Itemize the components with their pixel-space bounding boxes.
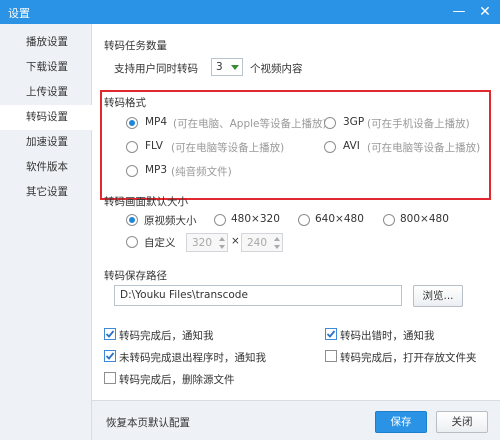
spinner-icon[interactable]	[217, 234, 227, 252]
size-480x320-label: 480×320	[231, 213, 280, 225]
minimize-icon[interactable]: —	[446, 0, 472, 24]
size-radio-custom[interactable]	[126, 236, 138, 248]
notify-exit-label: 未转码完成退出程序时，通知我	[119, 352, 266, 364]
notify-error-checkbox[interactable]	[325, 328, 337, 340]
size-800x480-label: 800×480	[400, 213, 449, 225]
sidebar-item-upload[interactable]: 上传设置	[0, 80, 91, 105]
save-button[interactable]: 保存	[375, 411, 427, 433]
sidebar-item-version[interactable]: 软件版本	[0, 155, 91, 180]
task-count-value: 3	[216, 61, 223, 73]
title-bar: 设置 — ✕	[0, 0, 500, 24]
custom-width-input[interactable]: 320	[186, 233, 228, 252]
notify-exit-checkbox[interactable]	[104, 350, 116, 362]
format-radio-flv[interactable]	[126, 141, 138, 153]
task-count-prefix: 支持用户同时转码	[114, 63, 198, 75]
format-radio-mp4[interactable]	[126, 117, 138, 129]
window-title: 设置	[8, 7, 30, 20]
notify-error-label: 转码出错时，通知我	[340, 330, 435, 342]
custom-width-value: 320	[192, 237, 213, 249]
size-radio-original[interactable]	[126, 214, 138, 226]
sidebar-item-download[interactable]: 下载设置	[0, 55, 91, 80]
close-button[interactable]: 关闭	[436, 411, 488, 433]
size-radio-640x480[interactable]	[298, 214, 310, 226]
delete-source-checkbox[interactable]	[104, 372, 116, 384]
spinner-icon[interactable]	[272, 234, 282, 252]
size-radio-480x320[interactable]	[214, 214, 226, 226]
path-heading: 转码保存路径	[104, 270, 167, 282]
close-icon[interactable]: ✕	[472, 0, 498, 24]
size-times-sign: ×	[231, 235, 240, 247]
format-flv-desc: (可在电脑等设备上播放)	[171, 142, 285, 154]
format-radio-3gp[interactable]	[324, 117, 336, 129]
open-folder-label: 转码完成后，打开存放文件夹	[340, 352, 477, 364]
custom-height-input[interactable]: 240	[241, 233, 283, 252]
sidebar-item-acceleration[interactable]: 加速设置	[0, 130, 91, 155]
restore-defaults-link[interactable]: 恢复本页默认配置	[106, 415, 190, 430]
size-original-label: 原视频大小	[144, 215, 197, 227]
format-mp4-desc: (可在电脑、Apple等设备上播放)	[173, 118, 327, 130]
browse-button[interactable]: 浏览...	[413, 285, 463, 307]
settings-sidebar: 播放设置 下载设置 上传设置 转码设置 加速设置 软件版本 其它设置	[0, 24, 92, 440]
size-heading: 转码画面默认大小	[104, 196, 188, 208]
format-avi-label: AVI	[343, 140, 360, 152]
sidebar-item-playback[interactable]: 播放设置	[0, 30, 91, 55]
notify-complete-checkbox[interactable]	[104, 328, 116, 340]
sidebar-item-other[interactable]: 其它设置	[0, 180, 91, 205]
format-radio-mp3[interactable]	[126, 165, 138, 177]
notify-complete-label: 转码完成后，通知我	[119, 330, 214, 342]
delete-source-label: 转码完成后，删除源文件	[119, 374, 235, 386]
save-path-input[interactable]: D:\Youku Files\transcode	[114, 285, 402, 306]
format-mp3-desc: (纯音频文件)	[171, 166, 232, 178]
footer-bar: 恢复本页默认配置 保存 关闭	[92, 400, 500, 440]
task-count-select[interactable]: 3	[211, 58, 243, 76]
format-avi-desc: (可在电脑等设备上播放)	[367, 142, 481, 154]
task-count-suffix: 个视频内容	[250, 63, 303, 75]
transcode-settings-panel: 转码任务数量 支持用户同时转码 3 个视频内容 转码格式 MP4 (可在电脑、A…	[92, 24, 500, 440]
sidebar-item-transcode[interactable]: 转码设置	[0, 105, 92, 130]
custom-height-value: 240	[247, 237, 268, 249]
task-count-heading: 转码任务数量	[104, 40, 167, 52]
size-radio-800x480[interactable]	[383, 214, 395, 226]
format-radio-avi[interactable]	[324, 141, 336, 153]
format-3gp-label: 3GP	[343, 116, 365, 128]
open-folder-checkbox[interactable]	[325, 350, 337, 362]
size-custom-label: 自定义	[144, 237, 176, 249]
format-heading: 转码格式	[104, 97, 146, 109]
chevron-down-icon	[231, 65, 239, 70]
format-3gp-desc: (可在手机设备上播放)	[367, 118, 470, 130]
format-flv-label: FLV	[145, 140, 163, 152]
save-path-value: D:\Youku Files\transcode	[120, 289, 248, 301]
format-mp4-label: MP4	[145, 116, 168, 128]
format-mp3-label: MP3	[145, 164, 168, 176]
size-640x480-label: 640×480	[315, 213, 364, 225]
